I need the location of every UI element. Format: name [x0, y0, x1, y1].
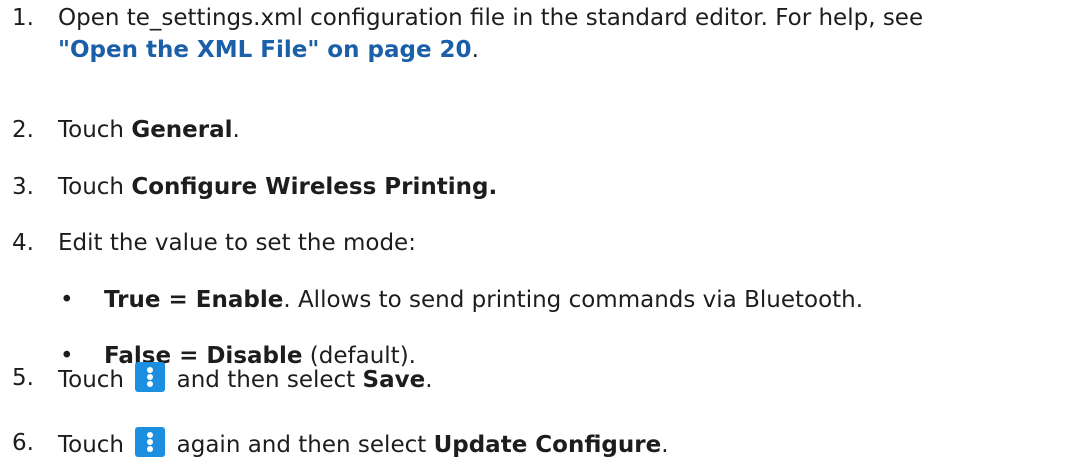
step-text-post: .	[232, 117, 240, 143]
step-text-pre: Touch	[58, 174, 132, 200]
more-vertical-icon	[135, 362, 166, 392]
step-text: Open te_settings.xml configuration file …	[58, 2, 923, 66]
step-keyword: General	[131, 117, 233, 143]
open-xml-file-link[interactable]: Open the XML File" on page 20	[70, 37, 472, 63]
step-keyword: Configure Wireless Printing.	[131, 174, 498, 200]
bullet-icon: •	[60, 287, 74, 313]
step-text: Touch and then select Save.	[58, 362, 433, 396]
step-number: 4.	[12, 230, 34, 256]
step-text-post: .	[425, 367, 433, 393]
step-text-mid: and then select	[169, 367, 363, 393]
bullet-description: . Allows to send printing commands via B…	[283, 287, 864, 313]
step-text-post: .	[661, 432, 669, 458]
step-number: 6.	[12, 430, 34, 456]
step-number: 5.	[12, 365, 34, 391]
bullet-keyword: True = Enable	[104, 287, 284, 313]
step-keyword: Update Configure	[433, 432, 662, 458]
step-number: 2.	[12, 117, 34, 143]
step-keyword: Save	[362, 367, 426, 393]
step-text-pre: Touch	[58, 367, 132, 393]
step-number: 1.	[12, 5, 34, 31]
step-number: 3.	[12, 174, 34, 200]
more-vertical-icon	[135, 427, 166, 457]
step-text: Edit the value to set the mode:	[58, 230, 416, 256]
step-1-text: Open te_settings.xml configuration file …	[58, 5, 924, 31]
step-text: Touch Configure Wireless Printing.	[58, 171, 497, 203]
step-text: Touch General.	[58, 114, 240, 146]
link-prefix: "	[58, 37, 70, 63]
step-text-pre: Touch	[58, 117, 132, 143]
step-text-mid: again and then select	[169, 432, 434, 458]
step-text: Touch again and then select Update Confi…	[58, 427, 669, 461]
link-suffix: .	[471, 37, 479, 63]
bullet-text: True = Enable. Allows to send printing c…	[104, 284, 863, 316]
step-text-pre: Touch	[58, 432, 132, 458]
